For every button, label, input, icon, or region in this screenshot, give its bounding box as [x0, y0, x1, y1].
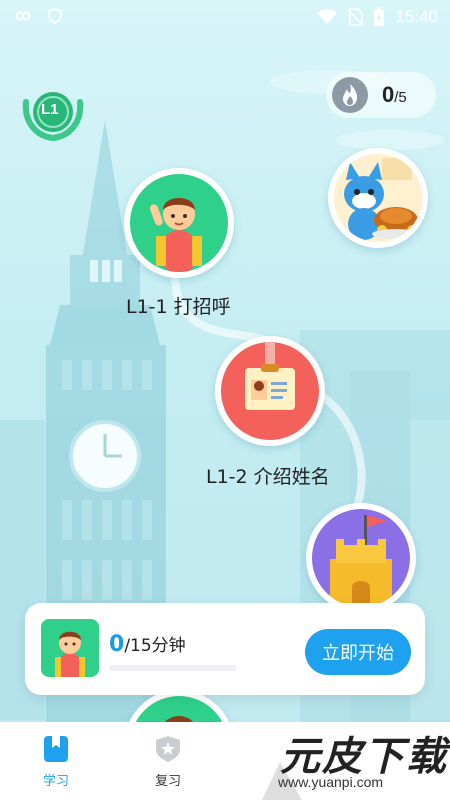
daily-task-card: 0/15分钟 立即开始 — [25, 603, 425, 695]
streak-count: 0/5 — [382, 82, 407, 108]
watermark: 元皮下载 www.yuanpi.com — [262, 722, 450, 800]
shield-icon — [48, 8, 62, 24]
battery-icon — [374, 7, 385, 26]
flame-icon — [332, 77, 368, 113]
streak-current: 0 — [382, 82, 395, 107]
lesson-label-1[interactable]: L1-1 打招呼 — [126, 292, 231, 319]
lesson-node-1[interactable] — [124, 168, 234, 278]
status-bar: 15:40 — [0, 0, 450, 34]
boy-avatar-icon — [55, 631, 85, 677]
streak-counter[interactable]: 0/5 — [326, 72, 436, 118]
wifi-icon — [317, 9, 338, 24]
tab-study-label: 学习 — [42, 774, 69, 789]
streak-total: /5 — [394, 89, 407, 106]
app-screen: 15:40 L1 0/5 L1-1 打招呼 L1-2 介绍姓名 0/15分钟 立… — [0, 0, 450, 800]
task-thumbnail — [41, 619, 99, 677]
start-button[interactable]: 立即开始 — [305, 629, 411, 675]
level-badge[interactable]: L1 — [22, 88, 84, 142]
lesson-label-2[interactable]: L1-2 介绍姓名 — [206, 462, 330, 489]
task-progress-bar — [109, 665, 237, 671]
name-badge-icon — [245, 342, 295, 410]
level-badge-text: L1 — [41, 101, 59, 118]
boy-waving-icon — [149, 198, 202, 272]
status-time: 15:40 — [395, 7, 438, 26]
lesson-node-3[interactable] — [306, 503, 416, 613]
mascot-avatar[interactable] — [328, 148, 428, 248]
tab-review-label: 复习 — [154, 774, 181, 789]
infinity-icon — [15, 11, 31, 21]
task-progress-text: 0/15分钟 — [109, 631, 186, 657]
book-icon — [44, 736, 68, 762]
lesson-node-2[interactable] — [215, 336, 325, 446]
cat-mascot-icon — [334, 154, 422, 242]
shield-star-icon — [156, 736, 180, 762]
task-progress-goal: /15分钟 — [124, 636, 186, 656]
tab-study[interactable]: 学习 — [16, 734, 96, 789]
no-sim-icon — [347, 8, 364, 26]
watermark-url: www.yuanpi.com — [278, 774, 384, 790]
tab-review[interactable]: 复习 — [128, 734, 208, 789]
castle-flag-icon — [330, 515, 392, 607]
task-progress-value: 0 — [109, 632, 125, 657]
